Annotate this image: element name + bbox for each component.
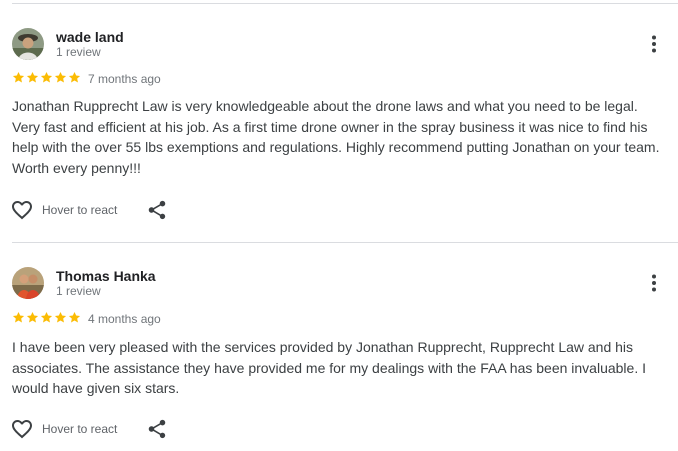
star-icon: [54, 311, 67, 323]
reviewer-review-count: 1 review: [56, 45, 101, 59]
reviewer-name[interactable]: Thomas Hanka: [56, 268, 156, 284]
review-text: I have been very pleased with the servic…: [12, 339, 646, 396]
more-options-button[interactable]: [643, 272, 665, 294]
react-button[interactable]: Hover to react: [10, 198, 117, 222]
share-button[interactable]: [146, 199, 168, 221]
review-time: 7 months ago: [88, 72, 161, 86]
react-label: Hover to react: [42, 203, 118, 217]
react-button[interactable]: Hover to react: [10, 417, 117, 441]
react-label: Hover to react: [42, 422, 118, 436]
star-rating: [12, 311, 81, 324]
review-time: 4 months ago: [88, 312, 161, 326]
star-icon: [26, 311, 39, 323]
star-icon: [68, 311, 81, 323]
reviewer-avatar[interactable]: [12, 28, 44, 60]
more-vert-icon: [652, 274, 656, 292]
star-icon: [40, 311, 53, 323]
heart-outline-icon: [12, 420, 32, 439]
review-text: Jonathan Rupprecht Law is very knowledge…: [12, 98, 660, 176]
reviewer-review-count: 1 review: [56, 284, 101, 298]
reviewer-name[interactable]: wade land: [56, 29, 124, 45]
share-button[interactable]: [146, 418, 168, 440]
share-icon: [148, 419, 166, 439]
share-icon: [148, 200, 166, 220]
star-icon: [12, 311, 25, 323]
more-vert-icon: [652, 35, 656, 53]
more-options-button[interactable]: [643, 33, 665, 55]
star-icon: [26, 71, 39, 83]
star-rating: [12, 71, 81, 84]
heart-outline-icon: [12, 201, 32, 220]
review-divider: [12, 242, 678, 243]
star-icon: [12, 71, 25, 83]
star-icon: [68, 71, 81, 83]
star-icon: [54, 71, 67, 83]
star-icon: [40, 71, 53, 83]
top-divider: [12, 3, 678, 4]
reviewer-avatar[interactable]: [12, 267, 44, 299]
avatar-photo: [12, 28, 44, 60]
avatar-photo: [12, 267, 44, 299]
